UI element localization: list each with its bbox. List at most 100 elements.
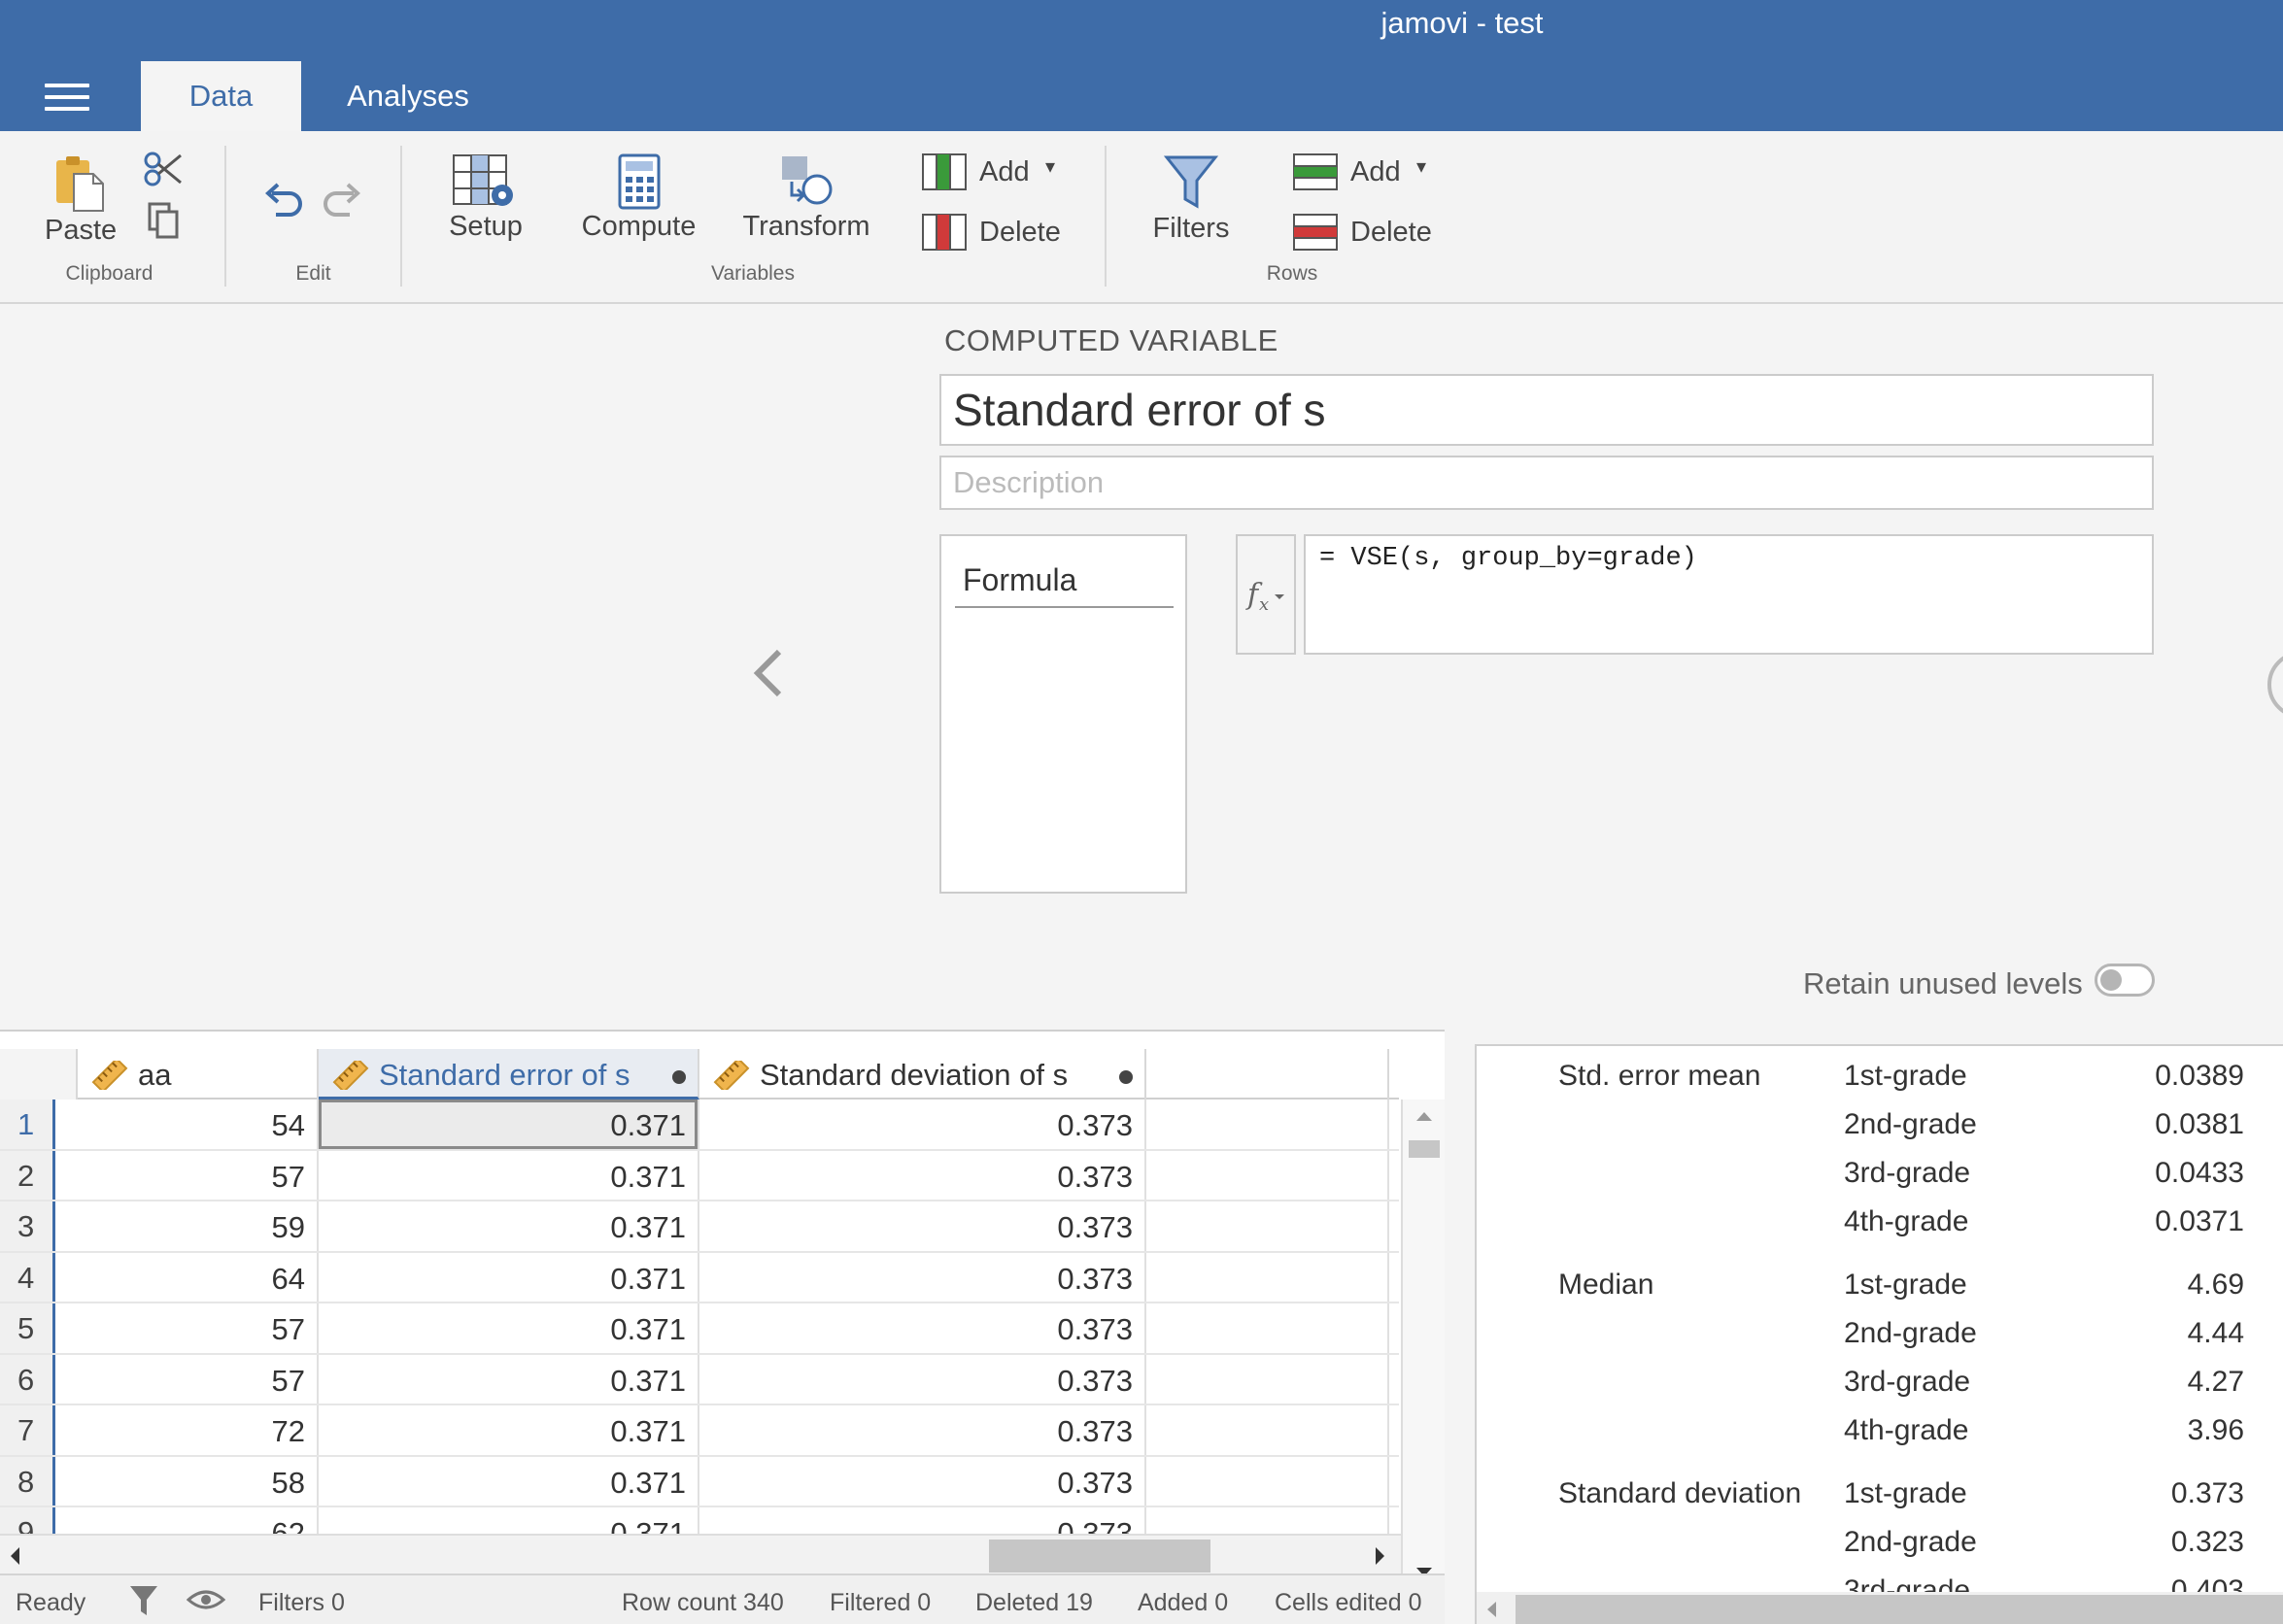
row-number[interactable]: 3 — [0, 1201, 55, 1251]
undo-icon[interactable] — [262, 180, 305, 219]
formula-tab[interactable]: Formula — [955, 552, 1174, 608]
setup-button[interactable]: Setup — [442, 152, 529, 243]
result-value: 0.0381 — [2155, 1108, 2244, 1140]
data-cell[interactable]: 0.371 — [319, 1100, 699, 1149]
chevron-left-icon[interactable] — [748, 644, 787, 702]
svg-text:x: x — [1259, 594, 1269, 615]
copy-icon[interactable] — [146, 201, 181, 240]
data-cell[interactable] — [1146, 1100, 1389, 1149]
chevron-down-icon[interactable]: ▾ — [1416, 154, 1426, 179]
ruler-icon — [332, 1061, 369, 1090]
chevron-down-icon[interactable]: ▾ — [1045, 154, 1055, 179]
vertical-scroll-thumb[interactable] — [1409, 1140, 1440, 1158]
data-cell[interactable]: 0.371 — [319, 1150, 699, 1200]
data-cell[interactable]: 0.373 — [699, 1354, 1146, 1404]
formula-input[interactable]: = VSE(s, group_by=grade) — [1304, 534, 2154, 655]
computed-variable-heading: COMPUTED VARIABLE — [944, 323, 1278, 357]
data-cell[interactable]: 0.371 — [319, 1354, 699, 1404]
data-cell[interactable]: 0.373 — [699, 1456, 1146, 1506]
splitter[interactable] — [1445, 1030, 1475, 1624]
filters-button[interactable]: Filters — [1146, 152, 1236, 245]
settings-edge-icon[interactable] — [2267, 651, 2283, 719]
delete-variable-button[interactable]: Delete — [921, 213, 1067, 255]
row-number[interactable]: 8 — [0, 1456, 55, 1506]
results-scroll-thumb[interactable] — [1516, 1595, 2283, 1624]
row-number[interactable]: 2 — [0, 1150, 55, 1200]
data-cell[interactable]: 0.373 — [699, 1201, 1146, 1251]
data-cell[interactable]: 72 — [78, 1405, 319, 1455]
data-cell[interactable]: 0.373 — [699, 1405, 1146, 1455]
eye-icon[interactable] — [187, 1587, 225, 1612]
results-horizontal-scrollbar[interactable] — [1477, 1592, 2283, 1624]
data-cell[interactable]: 0.373 — [699, 1100, 1146, 1149]
description-input[interactable] — [939, 456, 2154, 510]
data-cell[interactable] — [1146, 1405, 1389, 1455]
data-cell[interactable] — [1146, 1201, 1389, 1251]
scroll-right-icon[interactable] — [1374, 1545, 1387, 1567]
data-cell[interactable]: 58 — [78, 1456, 319, 1506]
data-cell[interactable] — [1146, 1456, 1389, 1506]
paste-button[interactable]: Paste — [45, 152, 117, 269]
data-cell[interactable] — [1146, 1150, 1389, 1200]
data-cell[interactable]: 0.371 — [319, 1303, 699, 1353]
ribbon-toolbar: Paste Clipboard Edit Setup Compute Trans… — [0, 131, 2283, 304]
row-number[interactable]: 7 — [0, 1405, 55, 1455]
row-number[interactable]: 1 — [0, 1100, 55, 1149]
ruler-icon — [713, 1061, 750, 1090]
scroll-left-icon[interactable] — [1484, 1600, 1498, 1619]
corner-cell[interactable] — [0, 1049, 78, 1100]
data-cell[interactable]: 57 — [78, 1150, 319, 1200]
compute-button[interactable]: Compute — [578, 152, 699, 243]
row-number[interactable]: 6 — [0, 1354, 55, 1404]
data-cell[interactable]: 57 — [78, 1354, 319, 1404]
status-filtered: Filtered 0 — [830, 1589, 932, 1616]
transform-label: Transform — [742, 211, 870, 242]
tab-analyses[interactable]: Analyses — [321, 61, 495, 131]
delete-row-button[interactable]: Delete — [1292, 213, 1438, 255]
scroll-left-icon[interactable] — [8, 1545, 21, 1567]
data-cell[interactable]: 0.371 — [319, 1252, 699, 1302]
data-cell[interactable]: 0.373 — [699, 1150, 1146, 1200]
column-header-standard-error-of-s[interactable]: Standard error of s — [319, 1049, 699, 1100]
column-name: Standard deviation of s — [760, 1058, 1069, 1092]
horizontal-scrollbar[interactable] — [0, 1534, 1401, 1573]
add-variable-button[interactable]: Add ▾ — [921, 152, 1067, 195]
data-cell[interactable]: 0.371 — [319, 1456, 699, 1506]
column-header-empty[interactable] — [1146, 1049, 1389, 1100]
data-cell[interactable]: 0.371 — [319, 1201, 699, 1251]
column-header-aa[interactable]: aa — [78, 1049, 319, 1100]
result-group: 1st-grade — [1844, 1060, 1967, 1092]
data-cell[interactable]: 0.373 — [699, 1303, 1146, 1353]
data-cell[interactable]: 59 — [78, 1201, 319, 1251]
retain-unused-levels-toggle[interactable] — [2095, 964, 2155, 997]
cut-icon[interactable] — [142, 148, 185, 190]
scroll-up-icon[interactable] — [1414, 1109, 1434, 1123]
data-cell[interactable]: 0.373 — [699, 1252, 1146, 1302]
data-cell[interactable] — [1146, 1303, 1389, 1353]
funnel-icon[interactable] — [128, 1583, 159, 1618]
vertical-scrollbar[interactable] — [1401, 1100, 1445, 1573]
table-row: 6 57 0.371 0.373 — [0, 1354, 1399, 1405]
data-cell[interactable] — [1146, 1354, 1389, 1404]
data-cell[interactable] — [1146, 1252, 1389, 1302]
add-row-button[interactable]: Add ▾ — [1292, 152, 1438, 195]
tab-data[interactable]: Data — [141, 61, 301, 131]
horizontal-scroll-thumb[interactable] — [989, 1539, 1210, 1573]
data-grid: aa Standard error of s Standard deviatio… — [0, 1030, 1445, 1573]
data-cell[interactable]: 57 — [78, 1303, 319, 1353]
hamburger-menu-icon[interactable] — [45, 84, 89, 115]
row-number[interactable]: 4 — [0, 1252, 55, 1302]
data-cell[interactable]: 0.371 — [319, 1405, 699, 1455]
row-number[interactable]: 5 — [0, 1303, 55, 1353]
column-header-standard-deviation-of-s[interactable]: Standard deviation of s — [699, 1049, 1146, 1100]
variable-name-input[interactable] — [939, 374, 2154, 446]
result-value: 3.96 — [2187, 1414, 2244, 1446]
result-row-label: Standard deviation — [1558, 1477, 1802, 1509]
status-added: Added 0 — [1138, 1589, 1229, 1616]
data-cell[interactable]: 64 — [78, 1252, 319, 1302]
data-cell[interactable]: 54 — [78, 1100, 319, 1149]
scroll-down-icon[interactable] — [1414, 1566, 1434, 1573]
transform-button[interactable]: Transform — [738, 152, 874, 243]
function-fx-button[interactable]: f x — [1236, 534, 1296, 655]
redo-icon[interactable] — [321, 180, 363, 219]
